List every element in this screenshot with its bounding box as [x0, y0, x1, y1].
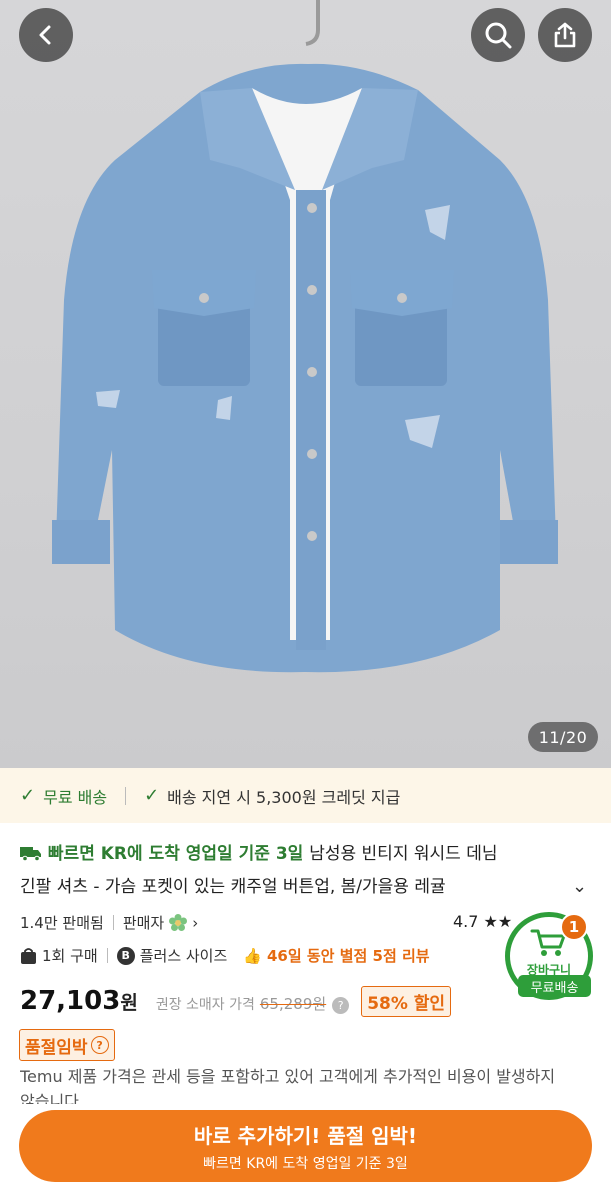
product-title[interactable]: 빠르면 KR에 도착 영업일 기준 3일 남성용 빈티지 워시드 데님 긴팔 셔…	[20, 838, 570, 904]
divider	[112, 915, 114, 930]
divider	[106, 948, 108, 963]
fast-delivery-label: 빠르면 KR에 도착 영업일 기준 3일	[20, 844, 309, 864]
question-icon[interactable]: ?	[332, 997, 350, 1014]
msrp-label: 권장 소매자 가격	[155, 997, 255, 1013]
check-icon: ✓	[144, 785, 160, 806]
badges-row: 1회 구매 B 플러스 사이즈 👍 46일 동안 별점 5점 리뷰	[20, 945, 430, 966]
plus-size-label: 플러스 사이즈	[139, 947, 228, 965]
title-text: 남성용 빈티지 워시드 데님	[309, 844, 498, 864]
free-shipping-label: 무료 배송	[43, 787, 108, 807]
delay-credit-label: 배송 지연 시 5,300원 크레딧 지급	[167, 787, 401, 807]
check-icon: ✓	[20, 785, 36, 806]
search-button[interactable]	[471, 8, 525, 62]
seller-link[interactable]: 판매자 ›	[123, 912, 198, 933]
chevron-right-icon: ›	[192, 913, 199, 932]
cart-count-badge: 1	[560, 913, 588, 941]
price: 27,103	[20, 986, 121, 1016]
msrp-value: 65,289원	[259, 995, 327, 1013]
bag-icon	[21, 947, 36, 964]
product-image-gallery[interactable]: 11/20	[0, 0, 611, 768]
discount-badge: 58% 할인	[361, 986, 452, 1017]
chevron-left-icon	[39, 25, 51, 45]
search-icon	[485, 22, 512, 49]
title-text-line2: 긴팔 셔츠 - 가슴 포켓이 있는 캐주얼 버튼업, 봄/가을용 레귤	[20, 877, 446, 897]
divider	[125, 786, 127, 805]
sold-count: 1.4만 판매됨	[20, 914, 104, 932]
back-button[interactable]	[19, 8, 73, 62]
cta-sub-label: 빠르면 KR에 도착 영업일 기준 3일	[203, 1155, 408, 1172]
price-row: 27,103 원 권장 소매자 가격 65,289원 ? 58% 할인	[20, 986, 452, 1017]
thumbs-up-icon: 👍	[243, 946, 262, 965]
share-button[interactable]	[538, 8, 592, 62]
soldout-badge[interactable]: 품절임박 ?	[19, 1029, 115, 1061]
chevron-down-icon[interactable]: ⌄	[572, 876, 587, 897]
image-counter: 11/20	[528, 722, 598, 752]
truck-icon	[20, 847, 41, 862]
question-icon: ?	[90, 1036, 109, 1054]
sales-row: 1.4만 판매됨 판매자 ›	[20, 912, 198, 933]
seller-flower-icon	[169, 913, 188, 931]
product-image	[52, 0, 558, 673]
reviews-label: 46일 동안 별점 5점 리뷰	[266, 947, 430, 965]
cart-free-shipping: 무료배송	[518, 975, 591, 997]
b-icon: B	[116, 946, 135, 965]
price-unit: 원	[120, 992, 138, 1014]
price-notice: Temu 제품 가격은 관세 등을 포함하고 있어 고객에게 추가적인 비용이 …	[20, 1067, 556, 1104]
rating[interactable]: 4.7 ★★	[453, 912, 512, 931]
add-to-cart-button[interactable]: 바로 추가하기! 품절 임박! 빠르면 KR에 도착 영업일 기준 3일	[19, 1110, 592, 1182]
promo-strip: ✓ 무료 배송 ✓ 배송 지연 시 5,300원 크레딧 지급	[0, 768, 611, 823]
cta-main-label: 바로 추가하기! 품절 임박!	[193, 1123, 418, 1148]
buy-once-label: 1회 구매	[42, 947, 98, 965]
share-icon	[554, 22, 576, 48]
